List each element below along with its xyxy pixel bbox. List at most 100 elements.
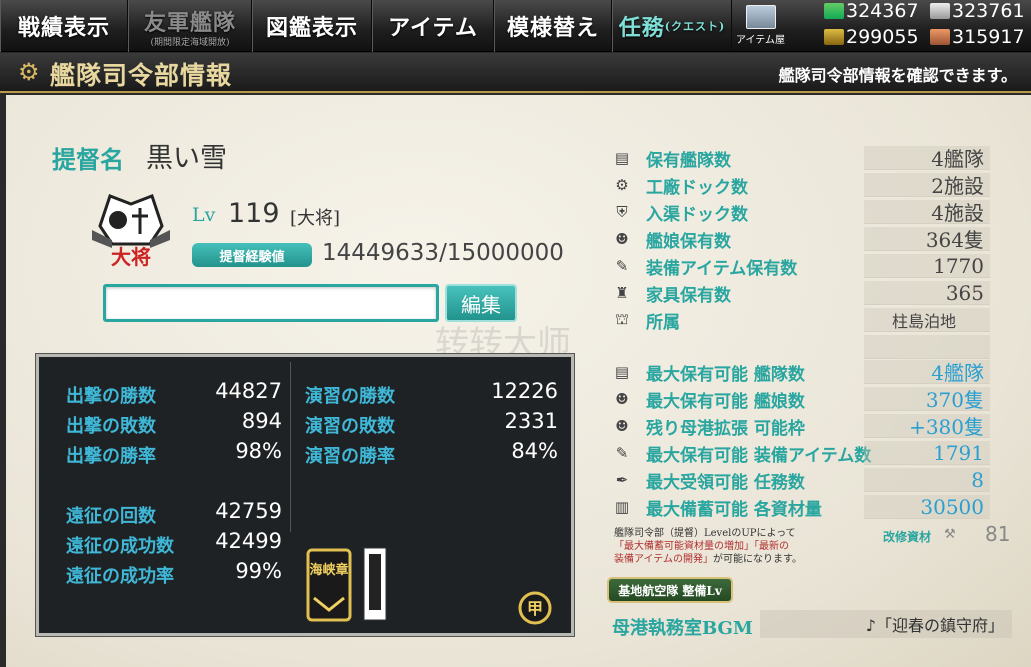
info-label: 工廠ドック数 [646,177,748,198]
item-shop-button[interactable]: アイテム屋 [733,0,788,52]
info-value: 2施設 [864,173,990,198]
max-value: 1791 [864,441,990,465]
rank-emblem-text: 大将 [111,245,151,269]
strait-medal-icon: 海峡章 [306,548,352,622]
improvement-material-label: 改修資材 [883,530,932,544]
level-label: Lv [192,204,216,226]
info-label: 保有艦隊数 [646,150,731,171]
practice-losses-label: 演習の敗数 [305,416,395,437]
steel-value: 323761 [952,0,1025,22]
level-value: 119 [228,198,280,229]
max-value: 30500 [864,495,990,519]
sortie-wins-value: 44827 [215,379,282,403]
max-value: 8 [864,468,990,492]
info-value: 柱島泊地 [864,308,990,332]
strait-medal-text: 海峡章 [309,562,348,578]
info-value: 4艦隊 [864,146,990,171]
practice-wins-value: 12226 [491,379,558,403]
exp-value: 14449633/15000000 [322,240,564,266]
info-value: 364隻 [864,227,990,252]
shipgirl-icon: ☻ [615,417,629,435]
max-value: 4艦隊 [864,360,990,385]
info-value: 1770 [864,254,990,278]
tab-items[interactable]: アイテム [372,0,494,52]
bgm-select[interactable]: ♪「迎春の鎮守府」 [760,610,1012,638]
max-label: 最大保有可能 艦娘数 [646,391,805,412]
practice-wins-label: 演習の勝数 [305,386,395,407]
practice-losses-value: 2331 [504,409,558,433]
max-row-resources: ▥ 最大備蓄可能 各資材量 30500 [610,495,1010,520]
sortie-rate-label: 出撃の勝率 [66,446,156,467]
info-label: 装備アイテム保有数 [646,258,798,279]
ammo-value: 299055 [846,26,919,48]
bgm-label: 母港執務室BGM [612,618,753,639]
expedition-count-label: 遠征の回数 [66,506,156,527]
tab-furniture[interactable]: 模様替え [494,0,612,52]
hammer-icon: ⚒ [944,527,956,542]
tab-items-label: アイテム [388,15,478,41]
info-label: 艦娘保有数 [646,231,731,252]
steel-counter: 323761 [930,0,1025,22]
gear-icon: ⚙ [615,176,629,194]
info-label: 所属 [646,312,680,333]
tab-friend-fleet-label: 友軍艦隊 [143,9,236,36]
info-row-blank [610,335,1010,359]
book-icon: ▥ [614,498,630,516]
bauxite-value: 315917 [952,26,1025,48]
admiral-name: 黒い雪 [146,143,227,174]
info-row-repair: ⛨ 入渠ドック数 4施設 [610,200,1010,225]
max-value: 370隻 [864,387,990,412]
max-label: 最大受領可能 任務数 [646,472,805,493]
admiral-name-label: 提督名 [52,145,124,174]
info-value: 4施設 [864,200,990,225]
fleet-icon: ▤ [614,149,630,167]
info-row-fleets: ▤ 保有艦隊数 4艦隊 [610,146,1010,171]
repair-icon: ⛨ [616,203,628,221]
comment-input[interactable] [103,284,439,322]
tab-quest-sub: (クエスト) [664,20,726,33]
tab-quest[interactable]: 任務 (クエスト) [612,0,732,52]
tab-encyclopedia-label: 図鑑表示 [265,15,358,41]
bauxite-counter: 315917 [930,26,1025,48]
sortie-losses-value: 894 [241,409,282,433]
gear-icon: ⚙ [18,58,40,86]
shipgirl-icon: ☻ [615,230,629,248]
rank-emblem-icon: 大将 [92,194,170,269]
shipgirl-icon: ☻ [615,390,629,408]
stats-divider [290,362,291,532]
info-label: 入渠ドック数 [646,204,748,225]
grade-a-medal-icon: 甲 [518,591,552,625]
max-value: +380隻 [864,414,990,439]
fuel-counter: 324367 [824,0,919,22]
airbase-level-button[interactable]: 基地航空隊 整備Lv [607,577,733,603]
level-up-note: 艦隊司令部（提督）LevelのUPによって 「最大備蓄可能資材量の増加」「最新の… [614,527,840,566]
top-nav-bar: 戦績表示 友軍艦隊 (期間限定海域開放) 図鑑表示 アイテム 模様替え 任務 (… [0,0,1031,52]
max-label: 残り母港拡張 可能枠 [646,418,805,439]
level-up-note-line: 「最大備蓄可能資材量の増加」「最新の [614,541,789,552]
base-icon: ⛫ [615,310,629,328]
max-row-fleets: ▤ 最大保有可能 艦隊数 4艦隊 [610,360,1010,385]
level-up-note-line: 艦隊司令部（提督）LevelのUPによって [614,528,796,539]
equipment-icon: ✎ [615,444,629,462]
info-row-affiliation: ⛫ 所属 柱島泊地 [610,308,1010,333]
tab-record[interactable]: 戦績表示 [0,0,128,52]
max-label: 最大保有可能 艦隊数 [646,364,805,385]
item-shop-label: アイテム屋 [736,35,785,46]
tab-encyclopedia[interactable]: 図鑑表示 [252,0,372,52]
shop-icon [745,5,776,29]
grade-a-medal-text: 甲 [527,599,543,618]
tab-quest-label: 任務 [618,15,665,41]
max-row-expansion: ☻ 残り母港拡張 可能枠 +380隻 [610,414,1010,439]
expedition-success-label: 遠征の成功数 [66,536,174,557]
exp-badge: 提督経験値 [192,243,312,267]
page-title-bar: ⚙ 艦隊司令部情報 艦隊司令部情報を確認できます。 [0,53,1031,93]
ammo-counter: 299055 [824,26,919,48]
tab-friend-fleet[interactable]: 友軍艦隊 (期間限定海域開放) [128,0,252,52]
max-label: 最大保有可能 装備アイテム数 [646,445,872,466]
info-value: 365 [864,281,990,305]
equipment-icon: ✎ [615,257,629,275]
max-label: 最大備蓄可能 各資材量 [646,499,822,520]
ammo-icon [824,29,844,45]
sortie-rate-value: 98% [235,439,282,463]
page-subtitle: 艦隊司令部情報を確認できます。 [778,66,1017,85]
